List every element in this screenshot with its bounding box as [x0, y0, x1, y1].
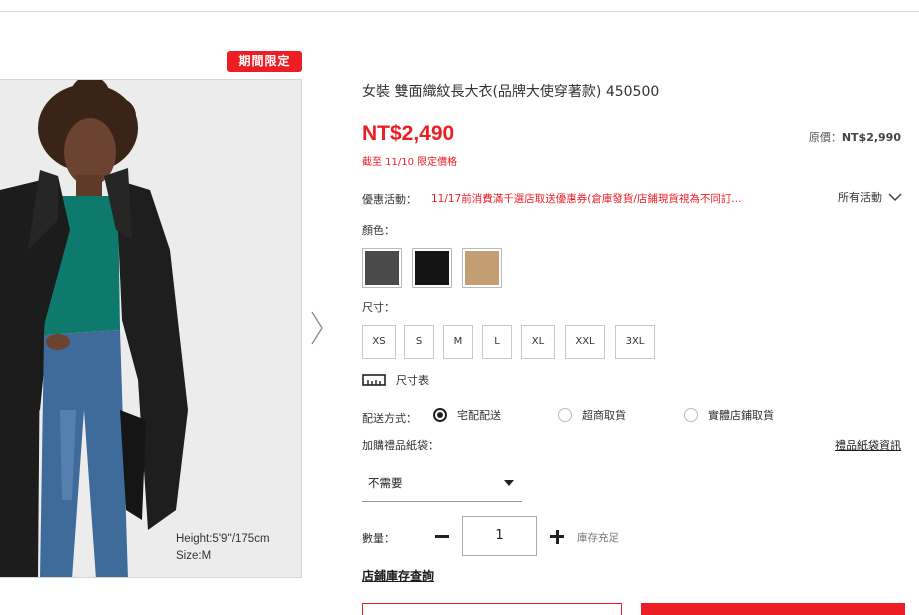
model-height-text: Height:5'9''/175cm [176, 533, 270, 545]
shipping-option-store[interactable]: 實體店鋪取貨 [684, 407, 774, 423]
plus-icon[interactable] [548, 526, 566, 546]
radio-icon [684, 408, 698, 422]
store-stock-link[interactable]: 店鋪庫存查詢 [362, 567, 434, 584]
all-promos-toggle[interactable]: 所有活動 [838, 189, 902, 205]
size-option-xxl[interactable]: XXL [565, 325, 605, 359]
secondary-action-button[interactable] [362, 603, 622, 615]
minus-icon[interactable] [433, 526, 451, 546]
size-chart-link[interactable]: 尺寸表 [362, 372, 429, 388]
color-label: 顏色： [362, 224, 395, 237]
original-price: 原價：NT$2,990 [809, 129, 901, 145]
product-title: 女裝 雙面織紋長大衣(品牌大使穿著款) 450500 [362, 84, 660, 100]
stock-status: 庫存充足 [577, 532, 619, 544]
gift-bag-select[interactable]: 不需要 [362, 466, 522, 502]
gift-bag-selected-value: 不需要 [368, 476, 403, 490]
shipping-label: 配送方式： [362, 412, 417, 425]
shipping-option-label: 宅配配送 [457, 409, 501, 422]
quantity-input[interactable]: 1 [462, 516, 537, 556]
header-divider [0, 11, 919, 12]
color-swatch-dark-gray[interactable] [362, 248, 402, 288]
gift-bag-info-link[interactable]: 禮品紙袋資訊 [835, 437, 901, 453]
size-chart-label: 尺寸表 [396, 374, 429, 387]
swatch-fill [465, 251, 499, 285]
promo-label: 優惠活動： [362, 193, 417, 206]
size-label: 尺寸： [362, 301, 395, 314]
chevron-right-icon[interactable] [309, 310, 325, 346]
model-caption: Height:5'9''/175cm Size:M [176, 531, 270, 565]
model-size-text: Size:M [176, 550, 212, 562]
shipping-option-label: 實體店鋪取貨 [708, 409, 774, 422]
gift-bag-label: 加購禮品紙袋： [362, 439, 439, 452]
radio-icon [558, 408, 572, 422]
shipping-option-label: 超商取貨 [582, 409, 626, 422]
sale-price: NT$2,490 [362, 122, 455, 145]
promo-text[interactable]: 11/17前消費滿千選店取送優惠券(倉庫發貨/店鋪現貨視為不同訂... [431, 191, 776, 206]
size-option-m[interactable]: M [443, 325, 473, 359]
shipping-option-home[interactable]: 宅配配送 [433, 407, 501, 423]
product-photo[interactable]: Height:5'9''/175cm Size:M [0, 79, 302, 578]
original-price-label: 原價： [808, 131, 842, 144]
color-swatch-black[interactable] [412, 248, 452, 288]
limited-until-text: 截至 11/10 限定價格 [362, 157, 458, 168]
color-swatch-beige[interactable] [462, 248, 502, 288]
size-option-3xl[interactable]: 3XL [615, 325, 655, 359]
shipping-option-convenience[interactable]: 超商取貨 [558, 407, 626, 423]
model-illustration [0, 80, 301, 577]
quantity-label: 數量： [362, 532, 395, 545]
limited-badge: 期間限定 [227, 51, 302, 72]
all-promos-label: 所有活動 [838, 191, 882, 204]
original-price-value: NT$2,990 [841, 131, 901, 144]
swatch-fill [415, 251, 449, 285]
primary-action-button[interactable] [641, 603, 905, 615]
caret-down-icon [504, 480, 514, 486]
size-option-xs[interactable]: XS [362, 325, 396, 359]
swatch-fill [365, 251, 399, 285]
chevron-down-icon [888, 192, 902, 201]
size-option-xl[interactable]: XL [521, 325, 555, 359]
ruler-icon [362, 374, 386, 386]
size-option-s[interactable]: S [404, 325, 434, 359]
size-option-l[interactable]: L [482, 325, 512, 359]
radio-selected-icon [433, 408, 447, 422]
